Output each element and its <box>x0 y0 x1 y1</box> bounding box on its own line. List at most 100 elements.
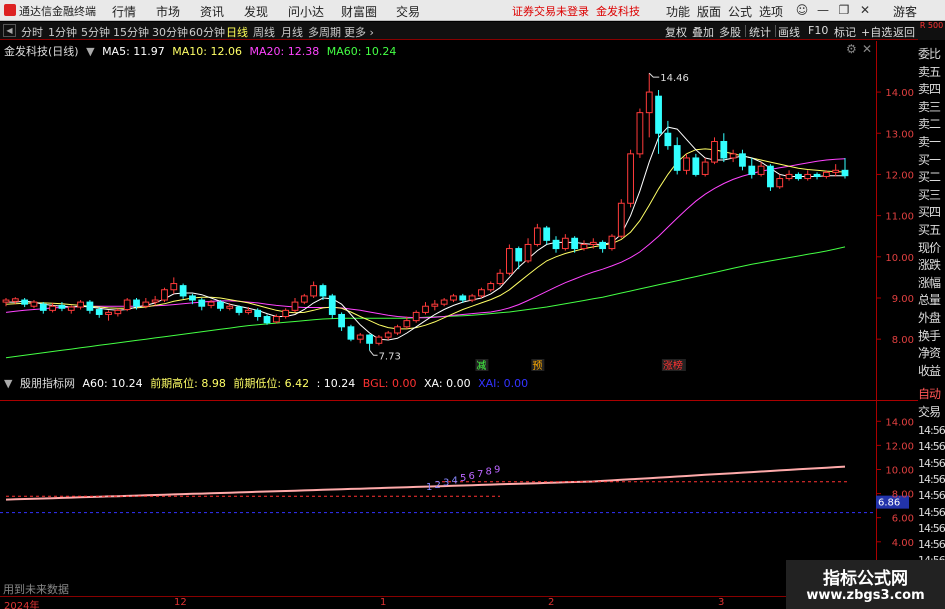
candle-body <box>841 169 849 177</box>
trade-time: 14:56 <box>918 538 945 552</box>
app-logo-icon <box>4 4 16 16</box>
btn-back[interactable]: 返回 <box>893 24 915 40</box>
candle-body <box>804 173 812 180</box>
count-mark: 6 <box>469 471 475 482</box>
title-bar: 通达信金融终端 行情 市场 资讯 发现 问小达 财富圈 交易 证券交易未登录 金… <box>0 0 945 21</box>
candle-body <box>645 91 653 114</box>
candle-body <box>608 235 616 250</box>
quote-tab[interactable]: 交易 <box>918 403 945 423</box>
menu-caifuquan[interactable]: 财富圈 <box>341 3 377 20</box>
nav-left-icon[interactable]: ◀ <box>3 24 16 37</box>
period-5min[interactable]: 5分钟 <box>81 24 110 40</box>
candle-body <box>21 299 29 305</box>
btn-fuquan[interactable]: 复权 <box>665 24 687 40</box>
period-weekly[interactable]: 周线 <box>253 24 275 40</box>
menu-xuanxiang[interactable]: 选项 <box>759 3 783 20</box>
ma-toggle-icon[interactable]: ▼ <box>86 45 94 58</box>
price-tick-label: 11.00 <box>885 212 914 223</box>
ind-tick-label: 12.00 <box>885 441 914 452</box>
restore-icon[interactable]: ❐ <box>836 2 852 18</box>
ind-tick-label: 6.00 <box>892 514 914 525</box>
main-info-line: 金发科技(日线) ▼ MA5: 11.97 MA10: 12.06 MA20: … <box>4 43 400 59</box>
ind-tick-label: 10.00 <box>885 465 914 476</box>
candle-body <box>179 285 187 297</box>
kline-chart[interactable]: 14.00 13.00 12.00 11.00 10.00 9.00 8.00 14.46 7… <box>0 41 918 372</box>
period-1min[interactable]: 1分钟 <box>48 24 77 40</box>
guest-label[interactable]: 游客 <box>893 3 917 20</box>
menu-wenxiaoda[interactable]: 问小达 <box>288 3 324 20</box>
period-daily[interactable]: 日线 <box>226 24 248 40</box>
period-60min[interactable]: 60分钟 <box>189 24 225 40</box>
close-icon[interactable]: ✕ <box>857 2 873 18</box>
price-tick-label: 9.00 <box>892 294 914 305</box>
indicator-panel[interactable]: 6.86 14.0012.0010.008.006.004.002.00 123… <box>0 372 918 590</box>
btn-tongji[interactable]: 统计 <box>749 24 771 40</box>
btn-duogu[interactable]: 多股 <box>719 24 741 40</box>
candle-body <box>813 173 821 177</box>
candle-body <box>347 326 355 340</box>
quote-tab[interactable]: 自动 <box>918 385 945 405</box>
menu-shichang[interactable]: 市场 <box>156 3 180 20</box>
count-mark: 8 <box>486 467 492 478</box>
period-multi[interactable]: 多周期 <box>308 24 341 40</box>
date-label: 2024年 <box>4 601 40 609</box>
toolbar-divider <box>775 25 776 37</box>
candle-body <box>375 336 383 344</box>
count-mark: 3 <box>443 478 449 489</box>
candle-body <box>412 311 420 322</box>
btn-biaoji[interactable]: 标记 <box>834 24 856 40</box>
menu-faxian[interactable]: 发现 <box>244 3 268 20</box>
candle-body <box>636 112 644 155</box>
candle-body <box>599 241 607 250</box>
candle-body <box>748 165 756 175</box>
quote-label[interactable]: 收益 <box>918 362 945 382</box>
btn-huaxian[interactable]: 画线 <box>778 24 800 40</box>
menu-gongneng[interactable]: 功能 <box>666 3 690 20</box>
menu-banmian[interactable]: 版面 <box>697 3 721 20</box>
count-mark: 4 <box>452 475 458 486</box>
ind-prior-low: 前期低位: 6.42 <box>233 377 310 390</box>
period-30min[interactable]: 30分钟 <box>152 24 188 40</box>
btn-add-watchlist[interactable]: +自选 <box>861 24 892 40</box>
price-tick-label: 10.00 <box>885 253 914 264</box>
candle-body <box>655 95 662 134</box>
candle-body <box>356 334 364 340</box>
kline-panel[interactable]: 14.00 13.00 12.00 11.00 10.00 9.00 8.00 14.46 7… <box>0 41 914 372</box>
toolbar-divider <box>745 25 746 37</box>
candle-body <box>133 299 140 307</box>
user-icon[interactable]: ☺ <box>794 2 810 18</box>
menu-hangqing[interactable]: 行情 <box>112 3 136 20</box>
period-15min[interactable]: 15分钟 <box>113 24 149 40</box>
period-more[interactable]: 更多 › <box>344 24 374 40</box>
candle-body <box>617 202 625 237</box>
candle-body <box>627 153 634 204</box>
settings-gear-icon[interactable]: ⚙ <box>846 42 857 56</box>
candle-body <box>711 140 718 163</box>
period-fenshi[interactable]: 分时 <box>21 24 43 40</box>
price-tick-label: 14.00 <box>885 88 914 99</box>
candle-body <box>794 173 802 180</box>
count-mark: 5 <box>460 473 466 484</box>
trade-time: 14:56 <box>918 505 945 519</box>
menu-gongshi[interactable]: 公式 <box>728 3 752 20</box>
indicator-toggle-icon[interactable]: ▼ <box>4 377 12 390</box>
menu-zixun[interactable]: 资讯 <box>200 3 224 20</box>
candle-body <box>403 320 411 328</box>
login-status[interactable]: 证券交易未登录 金发科技 <box>512 3 640 19</box>
period-monthly[interactable]: 月线 <box>281 24 303 40</box>
menu-jiaoyi[interactable]: 交易 <box>396 3 420 20</box>
candle-body <box>431 303 439 307</box>
indicator-chart[interactable]: 6.86 14.0012.0010.008.006.004.002.00 123… <box>0 372 918 590</box>
minimize-icon[interactable]: — <box>815 2 831 18</box>
btn-diejia[interactable]: 叠加 <box>692 24 714 40</box>
ind-a60: A60: 10.24 <box>82 377 143 390</box>
close-panel-icon[interactable]: ✕ <box>862 42 872 56</box>
candle-body <box>254 309 262 318</box>
quote-column: 委比 卖五 卖四 卖三 卖二 卖一 买一 买二 买三 买四 买五 现价 涨跌 涨幅 总量 外盘 换手 净资 收益 自动… <box>918 41 945 591</box>
candle-body <box>272 316 280 323</box>
period-toolbar: ◀ 分时 1分钟 5分钟 15分钟 30分钟 60分钟 日线 周线 月线 多周期… <box>0 22 945 40</box>
date-axis: 2024年 12 1 2 3 <box>0 596 876 609</box>
price-tick-label: 8.00 <box>892 335 914 346</box>
low-price-label: 7.73 <box>379 351 401 362</box>
btn-f10[interactable]: F10 <box>808 24 828 37</box>
